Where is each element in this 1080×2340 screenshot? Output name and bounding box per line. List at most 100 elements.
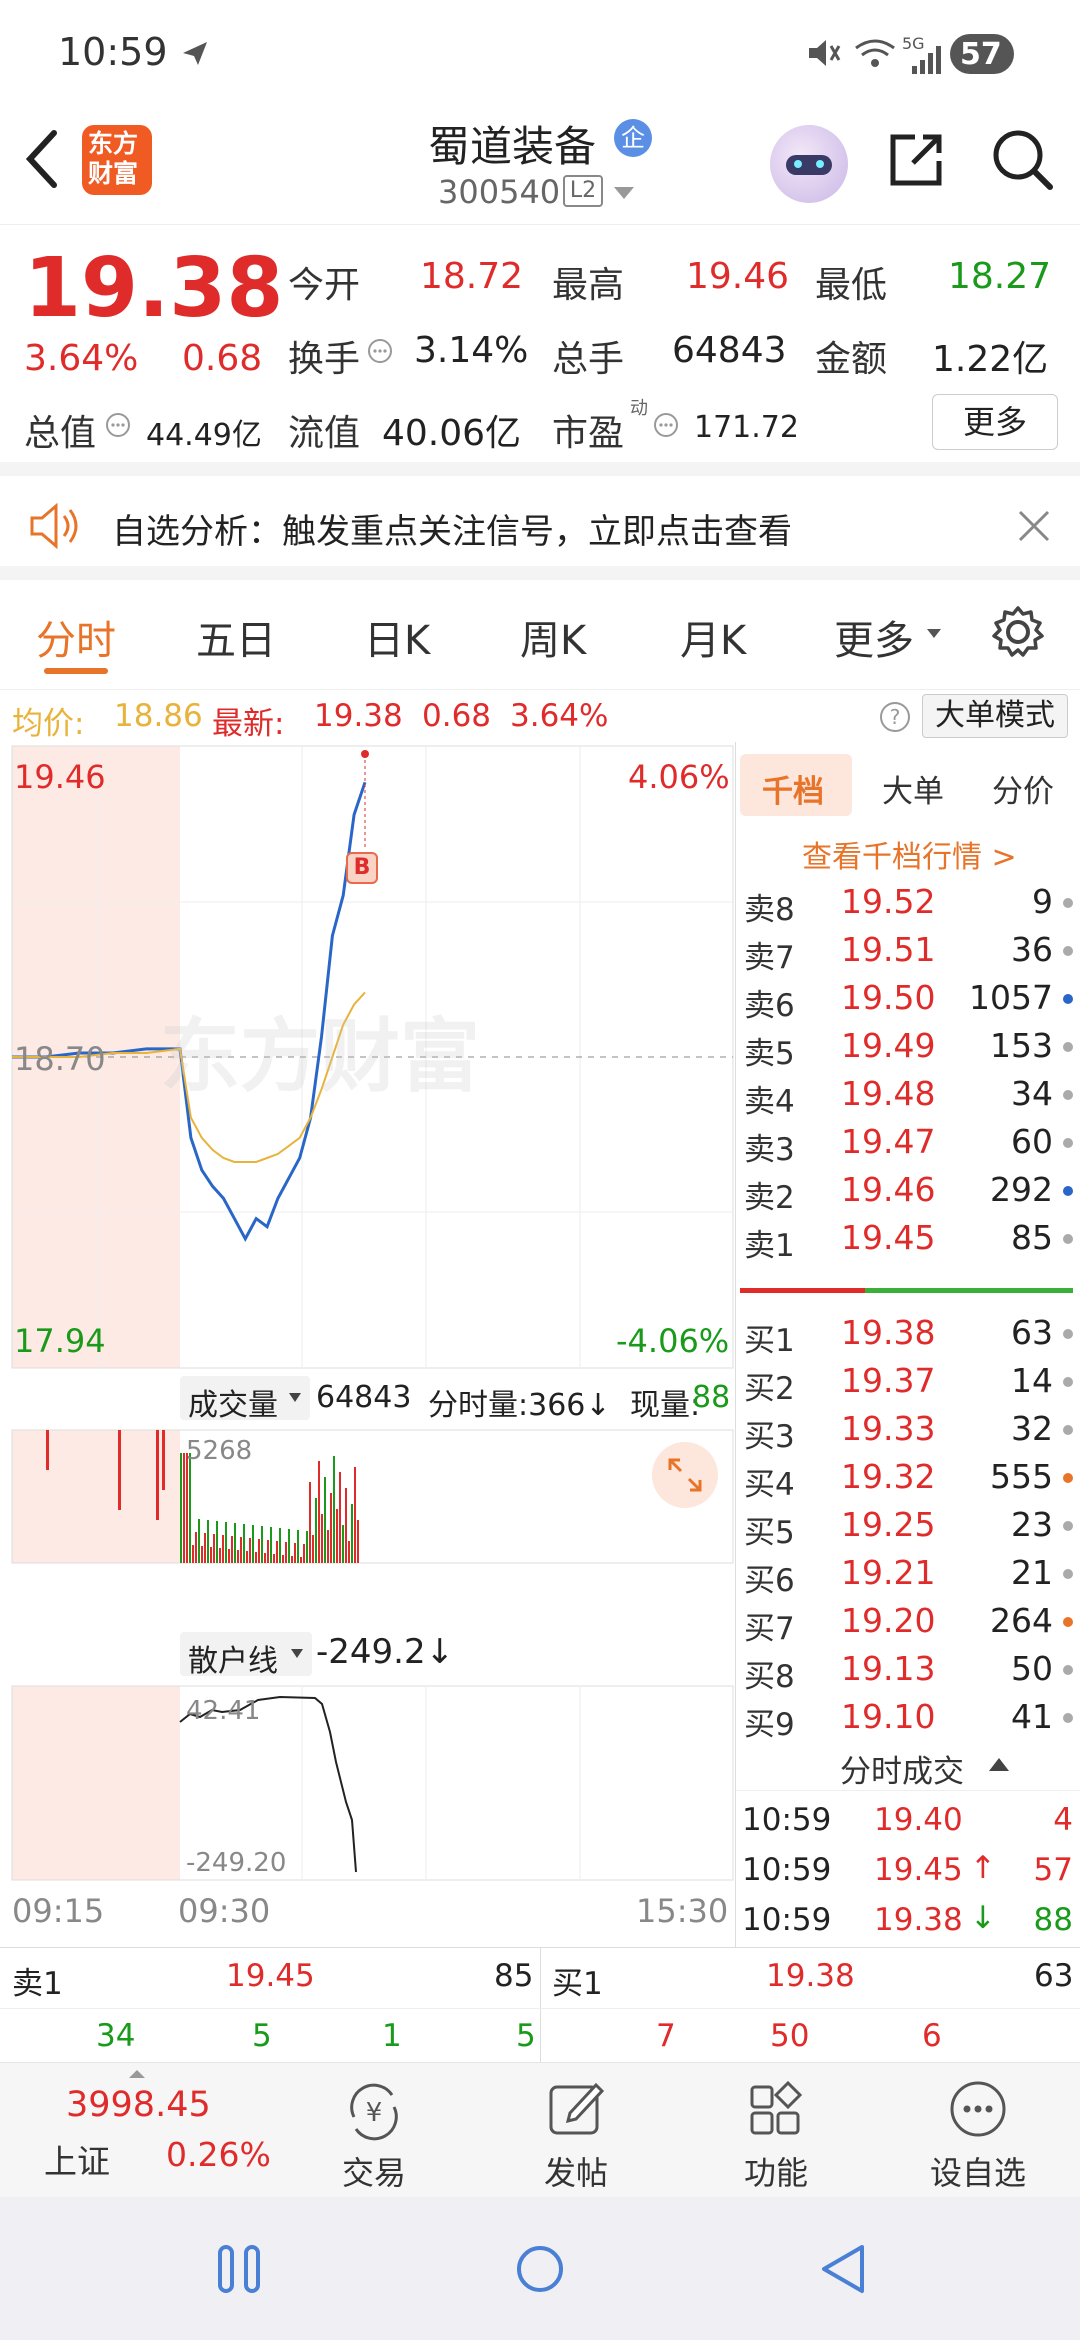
tab-monthly-k[interactable]: 月K bbox=[680, 608, 746, 666]
volume-bar bbox=[162, 1430, 165, 1490]
volume-bar bbox=[303, 1544, 305, 1563]
bid-ask-ratio-bar-sell bbox=[740, 1288, 865, 1293]
volume-bar bbox=[156, 1430, 159, 1520]
bid-level-row[interactable]: 买9 19.10 41 bbox=[736, 1693, 1080, 1741]
ask-level-row[interactable]: 卖6 19.50 1057 bbox=[736, 974, 1080, 1024]
trade-price: 19.38 bbox=[874, 1902, 963, 1938]
volume-bar bbox=[186, 1453, 188, 1563]
level-label: 买3 bbox=[744, 1419, 795, 1455]
size-indicator-dot bbox=[1063, 1617, 1073, 1627]
info-icon[interactable] bbox=[366, 337, 394, 365]
tab-large-order[interactable]: 大单 bbox=[882, 766, 944, 811]
chevron-down-icon[interactable] bbox=[926, 628, 942, 640]
tab-intraday[interactable]: 分时 bbox=[36, 608, 116, 666]
size-indicator-dot bbox=[1063, 1090, 1073, 1100]
chevron-up-icon bbox=[129, 2070, 145, 2078]
bottom-buy-label: 买1 bbox=[552, 1966, 603, 2002]
volume-bar bbox=[318, 1461, 320, 1563]
volume-bar bbox=[210, 1547, 212, 1563]
change-value: 0.68 bbox=[182, 338, 263, 379]
ask-level-row[interactable]: 卖8 19.52 9 bbox=[736, 878, 1080, 928]
bid-level-row[interactable]: 买6 19.21 21 bbox=[736, 1549, 1080, 1599]
expand-button[interactable] bbox=[652, 1442, 718, 1508]
level-price: 19.37 bbox=[841, 1361, 936, 1400]
features-button[interactable]: 功能 bbox=[676, 2063, 876, 2198]
level-price: 19.45 bbox=[841, 1218, 936, 1257]
help-icon[interactable]: ? bbox=[878, 700, 912, 734]
tab-weekly-k[interactable]: 周K bbox=[520, 608, 586, 666]
view-thousand-level-link[interactable]: 查看千档行情 > bbox=[802, 832, 1017, 876]
time-open: 09:30 bbox=[178, 1892, 271, 1930]
level-volume: 50 bbox=[1011, 1649, 1053, 1688]
back-icon[interactable] bbox=[22, 127, 62, 191]
volume-bar bbox=[279, 1528, 281, 1563]
bid-level-row[interactable]: 买7 19.20 264 bbox=[736, 1597, 1080, 1647]
large-order-mode-button[interactable]: 大单模式 bbox=[922, 694, 1068, 738]
volume-selector[interactable]: 成交量 bbox=[180, 1376, 310, 1423]
info-icon[interactable] bbox=[104, 411, 132, 439]
bid-level-row[interactable]: 买8 19.13 50 bbox=[736, 1645, 1080, 1695]
mktcap-value: 44.49亿 bbox=[146, 418, 262, 453]
more-button[interactable]: 更多 bbox=[932, 394, 1058, 450]
buy-queue-item: 6 bbox=[922, 2018, 942, 2054]
bottom-toolbar: 3998.45 上证 0.26% ¥ 交易 发帖 功能 设自选 bbox=[0, 2062, 1080, 2197]
gear-icon[interactable] bbox=[990, 604, 1046, 660]
trades-title[interactable]: 分时成交 bbox=[840, 1746, 964, 1791]
level-label: 卖6 bbox=[744, 988, 795, 1024]
assistant-avatar[interactable] bbox=[770, 125, 848, 203]
buy-marker[interactable]: B bbox=[346, 852, 378, 884]
level-price: 19.33 bbox=[841, 1409, 936, 1448]
bid-level-row[interactable]: 买5 19.25 23 bbox=[736, 1501, 1080, 1551]
index-value: 3998.45 bbox=[66, 2085, 211, 2125]
volume-minute: 分时量:366↓ bbox=[428, 1388, 611, 1423]
size-indicator-dot bbox=[1063, 1473, 1073, 1483]
intraday-chart-area: 东方财富 19.46 4.06% 18.70 17.94 -4.06% B 成交… bbox=[0, 742, 735, 1947]
ask-level-row[interactable]: 卖1 19.45 85 bbox=[736, 1214, 1080, 1264]
bid-level-row[interactable]: 买3 19.33 32 bbox=[736, 1405, 1080, 1455]
last-price: 19.38 bbox=[24, 241, 284, 336]
ask-level-row[interactable]: 卖7 19.51 36 bbox=[736, 926, 1080, 976]
ask-level-row[interactable]: 卖5 19.49 153 bbox=[736, 1022, 1080, 1072]
bid-level-row[interactable]: 买1 19.38 63 bbox=[736, 1309, 1080, 1359]
level-volume: 34 bbox=[1011, 1074, 1053, 1113]
tab-price-distribution[interactable]: 分价 bbox=[992, 766, 1054, 811]
app-logo[interactable]: 东方 财富 bbox=[82, 125, 152, 195]
level2-badge[interactable]: L2 bbox=[563, 175, 603, 207]
post-button[interactable]: 发帖 bbox=[476, 2063, 676, 2198]
tab-more[interactable]: 更多 bbox=[834, 608, 914, 666]
add-watchlist-button[interactable]: 设自选 bbox=[878, 2063, 1078, 2198]
volume-bar bbox=[297, 1530, 299, 1563]
chevron-up-icon[interactable] bbox=[988, 1756, 1010, 1772]
info-icon[interactable] bbox=[652, 411, 680, 439]
search-icon[interactable] bbox=[990, 127, 1056, 193]
dropdown-icon[interactable] bbox=[612, 185, 636, 201]
recent-apps-icon[interactable] bbox=[216, 2243, 266, 2295]
open-value: 18.72 bbox=[420, 256, 524, 297]
bid-level-row[interactable]: 买2 19.37 14 bbox=[736, 1357, 1080, 1407]
tab-thousand-level[interactable]: 千档 bbox=[740, 754, 852, 816]
close-icon[interactable] bbox=[1016, 508, 1052, 544]
ask-level-row[interactable]: 卖3 19.47 60 bbox=[736, 1118, 1080, 1168]
bottom-buy-price: 19.38 bbox=[766, 1958, 855, 1994]
trade-volume: 88 bbox=[1033, 1902, 1073, 1938]
index-ticker[interactable]: 3998.45 上证 0.26% bbox=[0, 2063, 271, 2198]
share-icon[interactable] bbox=[885, 129, 947, 191]
tab-five-day[interactable]: 五日 bbox=[196, 608, 276, 666]
ask-level-row[interactable]: 卖2 19.46 292 bbox=[736, 1166, 1080, 1216]
trade-direction-icon: ↑ bbox=[970, 1850, 996, 1886]
volume-max: 5268 bbox=[186, 1436, 253, 1466]
volume-bar bbox=[183, 1453, 185, 1563]
back-nav-icon[interactable] bbox=[816, 2241, 870, 2297]
volume-bar bbox=[225, 1522, 227, 1563]
bid-level-row[interactable]: 买4 19.32 555 bbox=[736, 1453, 1080, 1503]
volume-bar bbox=[195, 1532, 197, 1563]
analysis-banner[interactable]: 自选分析：触发重点关注信号，立即点击查看 bbox=[0, 476, 1080, 580]
trade-button[interactable]: ¥ 交易 bbox=[274, 2063, 474, 2198]
home-icon[interactable] bbox=[514, 2243, 566, 2295]
wifi-icon bbox=[855, 39, 895, 67]
tab-daily-k[interactable]: 日K bbox=[364, 608, 430, 666]
avg-label: 均价: bbox=[12, 706, 85, 742]
retail-line-selector[interactable]: 散户线 bbox=[180, 1632, 312, 1679]
ask-level-row[interactable]: 卖4 19.48 34 bbox=[736, 1070, 1080, 1120]
volume-bar bbox=[243, 1524, 245, 1563]
